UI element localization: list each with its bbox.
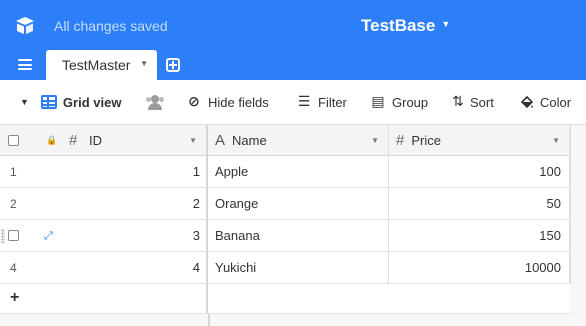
- app-header: All changes saved TestBase ▼ TestMaster …: [0, 0, 586, 80]
- group-icon: ▤: [371, 94, 385, 110]
- grid-header-row: 🔒 # ID ▼ A Name ▼ # Price ▼: [0, 125, 570, 156]
- add-table-icon[interactable]: [166, 58, 180, 72]
- table-row[interactable]: 4 4 Yukichi 10000: [0, 252, 570, 284]
- add-record-row[interactable]: +: [0, 284, 570, 314]
- row-checkbox[interactable]: [8, 230, 19, 241]
- collaborators-icon[interactable]: [146, 80, 164, 124]
- column-header-name[interactable]: A Name ▼: [208, 125, 389, 155]
- view-switcher[interactable]: ▼ Grid view: [20, 80, 121, 124]
- caret-down-icon[interactable]: ▼: [20, 97, 29, 107]
- group-label: Group: [392, 94, 429, 110]
- text-field-icon: A: [215, 131, 226, 149]
- add-record-cell[interactable]: +: [0, 284, 208, 313]
- table-row[interactable]: 1 1 Apple 100: [0, 156, 570, 188]
- row-number: 2: [10, 196, 17, 211]
- hamburger-menu-icon[interactable]: [18, 59, 32, 70]
- row-number: 1: [10, 164, 17, 179]
- color-button[interactable]: Color: [519, 80, 571, 124]
- hide-fields-button[interactable]: ⊘ Hide fields: [186, 80, 269, 124]
- save-status: All changes saved: [54, 18, 168, 34]
- table-row[interactable]: ⤢ 3 Banana 150: [0, 220, 570, 252]
- hash-icon: #: [396, 131, 405, 149]
- name-cell[interactable]: Yukichi: [208, 252, 389, 283]
- paint-bucket-icon: [520, 95, 534, 108]
- price-cell[interactable]: 50: [389, 188, 570, 219]
- caret-down-icon[interactable]: ▼: [189, 136, 197, 145]
- row-id-cell[interactable]: ⤢ 3: [0, 220, 208, 251]
- id-value: 4: [192, 260, 200, 275]
- name-cell[interactable]: Orange: [208, 188, 389, 219]
- records-grid: 🔒 # ID ▼ A Name ▼ # Price ▼ 1 1 Apple 10…: [0, 125, 586, 326]
- color-label: Color: [540, 94, 572, 110]
- view-toolbar: ▼ Grid view ⊘ Hide fields ☰ Filter ▤ Gro…: [0, 80, 586, 125]
- filter-label: Filter: [318, 94, 347, 110]
- drag-handle-icon[interactable]: [1, 228, 5, 243]
- filter-button[interactable]: ☰ Filter: [296, 80, 347, 124]
- filter-icon: ☰: [297, 94, 311, 110]
- expand-record-icon[interactable]: ⤢: [44, 229, 53, 243]
- sort-label: Sort: [470, 94, 494, 110]
- grid-right-gutter: [570, 125, 586, 284]
- hide-fields-label: Hide fields: [208, 94, 269, 110]
- airtable-logo-icon[interactable]: [13, 14, 37, 38]
- grid-view-icon: [40, 95, 57, 109]
- base-name: TestBase: [361, 16, 436, 35]
- price-cell[interactable]: 100: [389, 156, 570, 187]
- add-record-icon[interactable]: +: [10, 289, 19, 307]
- sort-icon: ⇅: [452, 94, 464, 110]
- people-icon: [146, 95, 164, 110]
- price-cell[interactable]: 10000: [389, 252, 570, 283]
- id-value: 2: [192, 196, 200, 211]
- view-name: Grid view: [62, 94, 122, 110]
- row-id-cell[interactable]: 1 1: [0, 156, 208, 187]
- hide-fields-icon: ⊘: [188, 94, 200, 110]
- row-id-cell[interactable]: 4 4: [0, 252, 208, 283]
- id-value: 3: [192, 228, 200, 243]
- caret-down-icon[interactable]: ▼: [552, 136, 560, 145]
- caret-down-icon[interactable]: ▼: [140, 59, 148, 68]
- column-header-name-label: Name: [232, 132, 267, 148]
- name-cell[interactable]: Banana: [208, 220, 389, 251]
- base-name-menu[interactable]: TestBase ▼: [361, 16, 450, 36]
- group-button[interactable]: ▤ Group: [370, 80, 428, 124]
- table-row[interactable]: 2 2 Orange 50: [0, 188, 570, 220]
- caret-down-icon: ▼: [441, 19, 451, 29]
- lock-icon: 🔒: [46, 134, 58, 145]
- tab-testmaster[interactable]: TestMaster ▼: [46, 50, 157, 80]
- hash-icon: #: [69, 131, 78, 149]
- name-cell[interactable]: Apple: [208, 156, 389, 187]
- price-cell[interactable]: 150: [389, 220, 570, 251]
- row-id-cell[interactable]: 2 2: [0, 188, 208, 219]
- header-id-cell[interactable]: 🔒 # ID ▼: [0, 125, 208, 155]
- id-value: 1: [192, 164, 200, 179]
- column-header-id: ID: [89, 132, 102, 148]
- sort-button[interactable]: ⇅ Sort: [452, 80, 494, 124]
- select-all-checkbox[interactable]: [8, 134, 19, 146]
- column-header-price-label: Price: [411, 132, 441, 148]
- frozen-column-divider: [0, 314, 210, 326]
- tab-label: TestMaster: [62, 57, 131, 73]
- caret-down-icon[interactable]: ▼: [371, 136, 379, 145]
- row-number: 4: [10, 260, 17, 275]
- column-header-price[interactable]: # Price ▼: [389, 125, 570, 155]
